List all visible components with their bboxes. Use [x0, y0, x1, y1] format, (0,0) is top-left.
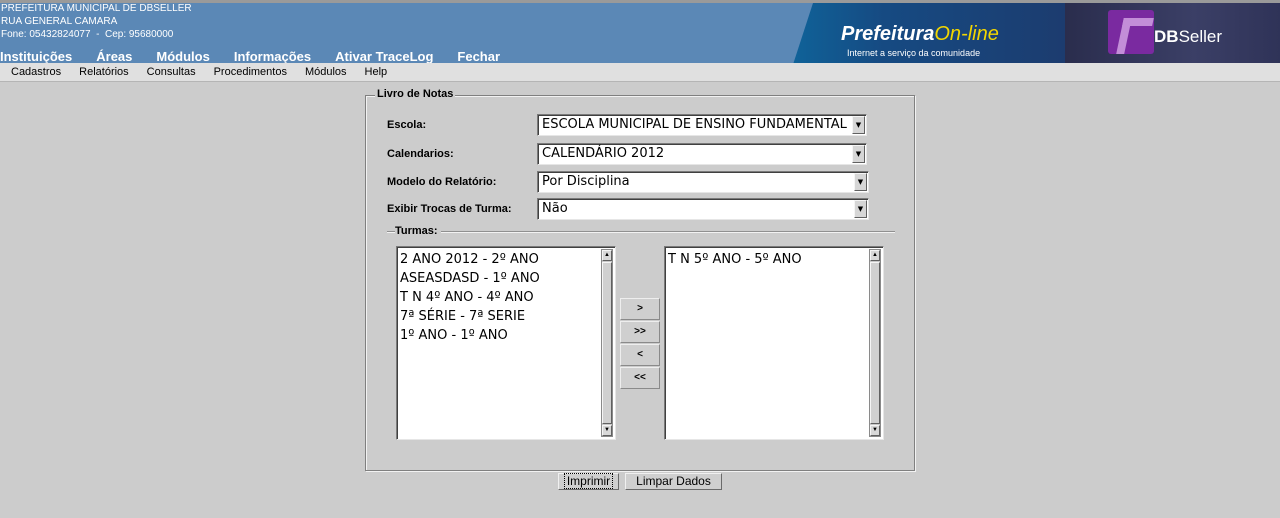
modelo-value: Por Disciplina — [542, 174, 630, 189]
fieldset-legend: Livro de Notas — [375, 88, 456, 100]
dbseller-logo: DBSeller — [1065, 3, 1280, 63]
chevron-down-icon: ▼ — [852, 145, 865, 163]
move-selected-left-button[interactable]: < — [620, 344, 660, 366]
list-item[interactable]: ASEASDASD - 1º ANO — [400, 269, 615, 288]
institution-contact: Fone: 05432824077 - Cep: 95680000 — [1, 29, 174, 40]
turmas-divider — [387, 231, 895, 233]
arrow-up-icon[interactable]: ▲ — [870, 250, 880, 261]
arrow-down-icon[interactable]: ▼ — [602, 425, 612, 436]
list-item[interactable]: T N 4º ANO - 4º ANO — [400, 288, 615, 307]
institution-name: PREFEITURA MUNICIPAL DE DBSELLER — [1, 3, 192, 14]
menu-help[interactable]: Help — [354, 66, 388, 78]
list-item[interactable]: T N 5º ANO - 5º ANO — [668, 250, 883, 269]
turmas-selected-list[interactable]: T N 5º ANO - 5º ANO ▲ ▼ — [664, 246, 884, 440]
brand-title: PrefeituraOn-line — [841, 23, 999, 45]
menu-relatorios[interactable]: Relatórios — [68, 66, 129, 78]
arrow-down-icon[interactable]: ▼ — [870, 425, 880, 436]
list-item[interactable]: 2 ANO 2012 - 2º ANO — [400, 250, 615, 269]
imprimir-button[interactable]: Imprimir — [558, 473, 619, 490]
exibir-trocas-select[interactable]: Não ▼ — [537, 198, 869, 220]
modelo-label: Modelo do Relatório: — [387, 176, 497, 188]
prefeitura-online-logo: PrefeituraOn-line Internet a serviço da … — [763, 3, 1065, 63]
escola-label: Escola: — [387, 119, 427, 131]
scroll-thumb[interactable] — [870, 262, 880, 424]
arrow-up-icon[interactable]: ▲ — [602, 250, 612, 261]
menu-cadastros[interactable]: Cadastros — [0, 66, 61, 78]
available-scrollbar[interactable]: ▲ ▼ — [601, 249, 613, 437]
move-all-right-button[interactable]: >> — [620, 321, 660, 343]
dbseller-emblem-icon — [1108, 10, 1154, 54]
header-banner: PREFEITURA MUNICIPAL DE DBSELLER RUA GEN… — [0, 0, 1280, 64]
calendarios-select[interactable]: CALENDÁRIO 2012 ▼ — [537, 143, 867, 165]
turmas-available-list[interactable]: 2 ANO 2012 - 2º ANO ASEASDASD - 1º ANO T… — [396, 246, 616, 440]
escola-select[interactable]: ESCOLA MUNICIPAL DE ENSINO FUNDAMENTAL ▼ — [537, 114, 867, 136]
exibir-trocas-label: Exibir Trocas de Turma: — [387, 203, 512, 215]
calendarios-label: Calendarios: — [387, 148, 454, 160]
menu-bar: Cadastros Relatórios Consultas Procedime… — [0, 63, 1280, 82]
list-item[interactable]: 1º ANO - 1º ANO — [400, 326, 615, 345]
scroll-thumb[interactable] — [602, 262, 612, 424]
menu-modulos[interactable]: Módulos — [294, 66, 347, 78]
menu-consultas[interactable]: Consultas — [136, 66, 196, 78]
exibir-trocas-value: Não — [542, 201, 568, 216]
chevron-down-icon: ▼ — [854, 173, 867, 191]
brand-tagline: Internet a serviço da comunidade — [847, 48, 981, 58]
chevron-down-icon: ▼ — [852, 116, 865, 134]
limpar-dados-button[interactable]: Limpar Dados — [625, 473, 722, 490]
institution-address: RUA GENERAL CAMARA — [1, 16, 118, 27]
dbseller-wordmark: DBSeller — [1154, 27, 1223, 46]
modelo-select[interactable]: Por Disciplina ▼ — [537, 171, 869, 193]
selected-scrollbar[interactable]: ▲ ▼ — [869, 249, 881, 437]
chevron-down-icon: ▼ — [854, 200, 867, 218]
calendarios-value: CALENDÁRIO 2012 — [542, 146, 665, 161]
menu-procedimentos[interactable]: Procedimentos — [203, 66, 287, 78]
move-all-left-button[interactable]: << — [620, 367, 660, 389]
move-selected-right-button[interactable]: > — [620, 298, 660, 320]
turmas-label: Turmas: — [395, 225, 441, 237]
escola-value: ESCOLA MUNICIPAL DE ENSINO FUNDAMENTAL — [542, 117, 847, 132]
list-item[interactable]: 7ª SÉRIE - 7ª SERIE — [400, 307, 615, 326]
